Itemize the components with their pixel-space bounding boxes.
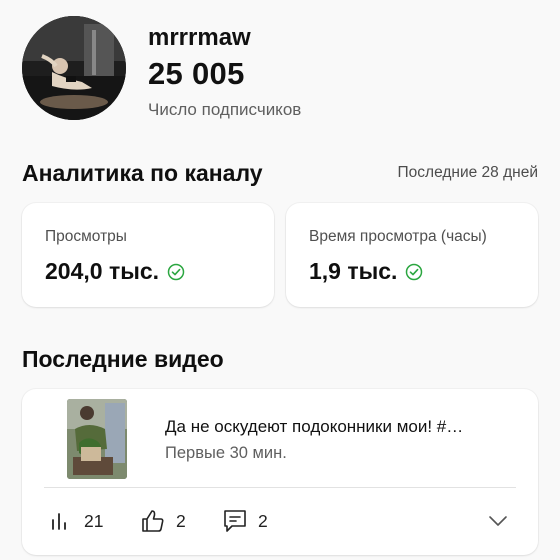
video-period: Первые 30 мин. xyxy=(165,444,287,462)
thumbs-up-icon xyxy=(140,508,166,534)
comment-icon xyxy=(222,508,248,534)
views-stat-card[interactable]: Просмотры 204,0 тыс. xyxy=(22,203,274,307)
video-card[interactable]: Да не оскудеют подоконники мои! #… Первы… xyxy=(22,389,538,555)
check-circle-icon xyxy=(405,263,423,281)
watch-time-stat-card[interactable]: Время просмотра (часы) 1,9 тыс. xyxy=(286,203,538,307)
subscriber-count: 25 005 xyxy=(148,56,245,91)
avatar[interactable] xyxy=(22,16,126,120)
watch-time-stat-value-row: 1,9 тыс. xyxy=(309,258,423,285)
views-stat-value-row: 204,0 тыс. xyxy=(45,258,185,285)
watch-time-stat-label: Время просмотра (часы) xyxy=(309,228,487,245)
video-views-metric: 21 xyxy=(48,508,103,534)
avatar-image xyxy=(22,16,126,120)
watch-time-stat-value: 1,9 тыс. xyxy=(309,258,398,284)
analytics-title: Аналитика по каналу xyxy=(22,160,263,186)
video-title[interactable]: Да не оскудеют подоконники мои! #… xyxy=(165,417,510,437)
subscriber-label: Число подписчиков xyxy=(148,100,302,119)
views-stat-value: 204,0 тыс. xyxy=(45,258,160,284)
bar-chart-icon xyxy=(48,508,74,534)
views-stat-label: Просмотры xyxy=(45,228,127,245)
video-views-count: 21 xyxy=(84,510,104,531)
video-comments-metric: 2 xyxy=(222,508,268,534)
channel-header: mrrrmaw 25 005 Число подписчиков xyxy=(22,16,542,126)
analytics-period: Последние 28 дней xyxy=(397,164,538,181)
recent-videos-title: Последние видео xyxy=(22,346,224,372)
video-thumbnail[interactable] xyxy=(67,399,127,479)
video-likes-count: 2 xyxy=(176,510,186,531)
video-likes-metric: 2 xyxy=(140,508,186,534)
channel-name: mrrrmaw xyxy=(148,24,251,51)
divider xyxy=(44,487,516,488)
check-circle-icon xyxy=(167,263,185,281)
video-comments-count: 2 xyxy=(258,510,268,531)
chevron-down-icon[interactable] xyxy=(484,507,512,535)
